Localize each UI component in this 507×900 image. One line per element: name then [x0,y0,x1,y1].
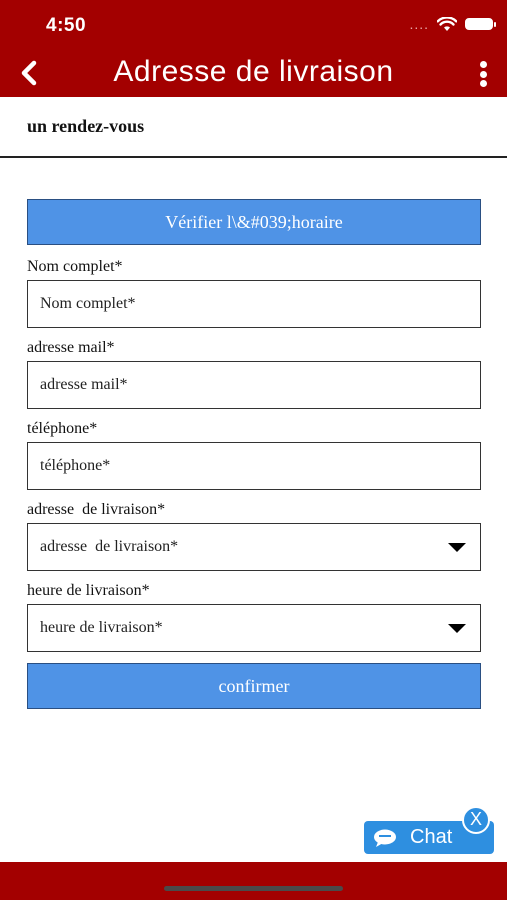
delivery-time-select[interactable]: heure de livraison* [27,604,481,652]
chat-widget-button[interactable]: Chat X [364,806,494,854]
email-placeholder: adresse mail* [40,376,128,393]
delivery-address-value: adresse de livraison* [40,538,179,555]
delivery-address-select[interactable]: adresse de livraison* [27,523,481,571]
more-vertical-icon[interactable] [480,61,488,87]
email-field[interactable]: adresse mail* [27,361,481,409]
status-time: 4:50 [46,15,87,36]
delivery-time-label: heure de livraison* [27,582,150,599]
close-icon[interactable]: X [462,806,490,834]
email-label: adresse mail* [27,339,115,356]
dropdown-arrow-icon [448,543,466,552]
signal-dots: .... [409,16,429,32]
home-indicator [164,886,343,891]
phone-label: téléphone* [27,420,98,437]
chat-bubble-icon [374,829,396,847]
wifi-icon [437,16,457,31]
phone-placeholder: téléphone* [40,457,111,474]
divider [0,156,507,158]
full-name-label: Nom complet* [27,258,123,275]
check-schedule-button[interactable]: Vérifier l\&#039;horaire [27,199,481,245]
battery-icon [465,18,496,30]
full-name-placeholder: Nom complet* [40,295,136,312]
bottom-bar [0,862,507,900]
status-icons: .... [409,16,496,32]
dropdown-arrow-icon [448,624,466,633]
page-title: Adresse de livraison [113,55,394,88]
delivery-time-value: heure de livraison* [40,619,163,636]
delivery-address-label: adresse de livraison* [27,501,166,518]
full-name-field[interactable]: Nom complet* [27,280,481,328]
confirm-button[interactable]: confirmer [27,663,481,709]
chat-label: Chat [410,826,453,848]
phone-field[interactable]: téléphone* [27,442,481,490]
section-title: un rendez-vous [27,116,145,136]
